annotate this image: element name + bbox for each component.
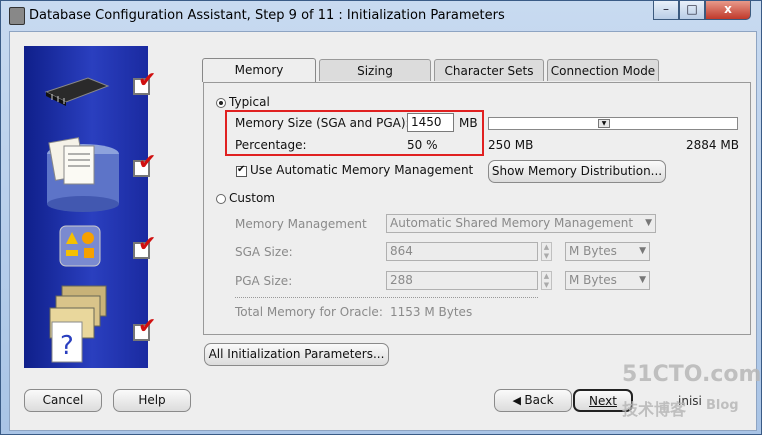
show-memory-distribution-button[interactable]: Show Memory Distribution... — [488, 160, 666, 183]
pga-unit-select[interactable]: M Bytes ▼ — [565, 271, 650, 290]
percentage-value: 50 % — [407, 138, 438, 152]
custom-radio[interactable] — [216, 194, 226, 204]
title-bar: Database Configuration Assistant, Step 9… — [1, 1, 761, 29]
memory-chip-icon — [44, 77, 110, 106]
minimize-button[interactable]: – — [653, 1, 679, 20]
database-docs-icon — [47, 137, 119, 212]
help-button[interactable]: Help — [113, 389, 191, 412]
typical-radio[interactable] — [216, 98, 226, 108]
back-button[interactable]: ◀ Back — [494, 389, 572, 412]
slider-min-label: 250 MB — [488, 138, 534, 152]
folders-help-icon: ? — [49, 285, 107, 363]
memory-size-input[interactable]: 1450 — [407, 113, 454, 132]
memory-management-select[interactable]: Automatic Shared Memory Management ▼ — [386, 214, 656, 233]
memory-management-label: Memory Management — [235, 217, 367, 231]
pga-spinner[interactable]: ▲ ▼ — [541, 271, 552, 290]
tab-memory[interactable]: Memory — [202, 58, 316, 82]
sga-unit-select[interactable]: M Bytes ▼ — [565, 242, 650, 261]
next-label: Next — [589, 394, 617, 408]
app-icon — [9, 7, 25, 25]
watermark-blog: Blog — [706, 398, 739, 413]
step-storage-checkbox: ✔ — [133, 152, 156, 177]
chevron-left-icon: ◀ — [512, 394, 525, 407]
dialog-content: ✔ ✔ ✔ ? ✔ Memory Sizing Character Sets C… — [9, 31, 761, 431]
sga-size-input[interactable]: 864 — [386, 242, 538, 261]
tab-connection-mode[interactable]: Connection Mode — [547, 59, 659, 81]
maximize-button[interactable]: □ — [679, 1, 705, 20]
typical-label: Typical — [229, 95, 270, 109]
sga-spinner[interactable]: ▲ ▼ — [541, 242, 552, 261]
window-title: Database Configuration Assistant, Step 9… — [29, 8, 505, 23]
watermark-site: 51CTO.com — [622, 362, 762, 387]
pga-size-label: PGA Size: — [235, 274, 293, 288]
total-memory-label: Total Memory for Oracle: — [235, 305, 383, 319]
dbca-window: Database Configuration Assistant, Step 9… — [0, 0, 762, 435]
steps-side-panel: ✔ ✔ ✔ ? ✔ — [24, 46, 156, 368]
sga-size-label: SGA Size: — [235, 245, 293, 259]
percentage-label: Percentage: — [235, 138, 307, 152]
auto-memory-checkbox[interactable] — [236, 164, 247, 177]
step-finish-checkbox: ✔ — [133, 316, 156, 341]
memory-management-value: Automatic Shared Memory Management — [390, 216, 634, 230]
all-initialization-parameters-button[interactable]: All Initialization Parameters... — [204, 343, 389, 366]
custom-label: Custom — [229, 191, 275, 205]
tab-character-sets[interactable]: Character Sets — [434, 59, 544, 81]
cancel-button[interactable]: Cancel — [24, 389, 102, 412]
watermark-cn: 技术博客 — [622, 400, 687, 419]
svg-text:?: ? — [60, 331, 74, 361]
slider-max-label: 2884 MB — [686, 138, 739, 152]
step-params-checkbox: ✔ — [133, 234, 156, 259]
close-button[interactable]: x — [705, 1, 751, 20]
memory-slider[interactable]: ▼ — [488, 117, 738, 130]
memory-size-label: Memory Size (SGA and PGA): — [235, 116, 410, 130]
chevron-down-icon: ▼ — [645, 218, 652, 228]
back-label: Back — [524, 393, 554, 407]
auto-memory-label: Use Automatic Memory Management — [250, 163, 474, 177]
sga-unit-value: M Bytes — [569, 244, 617, 258]
memory-size-unit: MB — [459, 116, 478, 130]
shapes-icon — [59, 225, 101, 267]
tab-sizing[interactable]: Sizing — [319, 59, 431, 81]
step-memory-checkbox: ✔ — [133, 70, 156, 95]
pga-size-input[interactable]: 288 — [386, 271, 538, 290]
total-memory-value: 1153 M Bytes — [390, 305, 473, 319]
slider-thumb[interactable]: ▼ — [598, 119, 610, 128]
chevron-down-icon: ▼ — [639, 275, 646, 285]
pga-unit-value: M Bytes — [569, 273, 617, 287]
separator — [235, 297, 538, 298]
chevron-down-icon: ▼ — [639, 246, 646, 256]
